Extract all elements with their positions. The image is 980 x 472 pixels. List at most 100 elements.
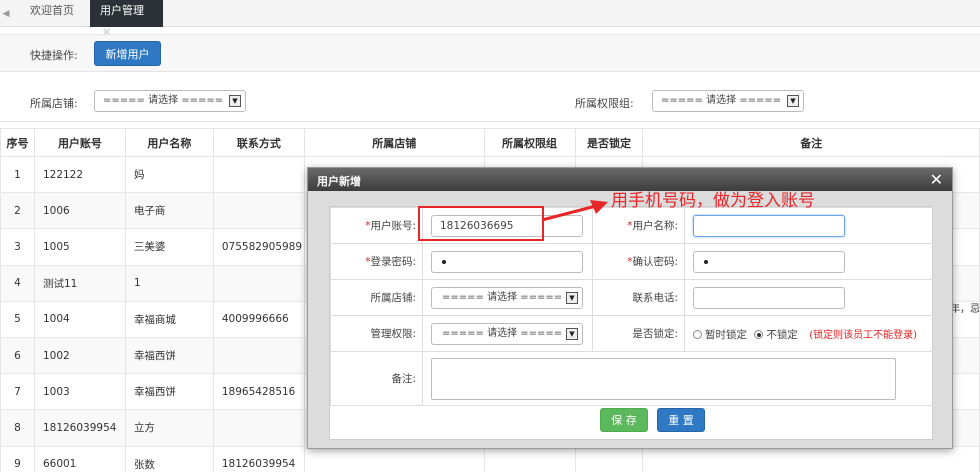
cell-phone xyxy=(212,409,305,447)
cell-name: 电子商 xyxy=(124,192,214,230)
cell-account: 66001 xyxy=(33,445,126,472)
cell-name: 妈 xyxy=(124,155,214,194)
lock-no-radio[interactable] xyxy=(754,330,764,339)
column-header[interactable]: 序号 xyxy=(0,128,35,157)
column-header[interactable]: 备注 xyxy=(642,128,980,157)
lock-temp-radio[interactable] xyxy=(693,330,702,339)
cell-phone: 075582905989 xyxy=(212,228,305,266)
username-input[interactable] xyxy=(693,214,845,237)
cell-phone xyxy=(212,192,305,230)
cell-idx: 4 xyxy=(0,264,35,302)
group-filter-select[interactable]: ===== 请选择 ===== ▼ xyxy=(652,90,804,112)
cell-name: 幸福商城 xyxy=(124,300,214,338)
cell-account: 1002 xyxy=(33,336,126,375)
password-input[interactable] xyxy=(431,250,583,273)
chevron-down-icon: ▼ xyxy=(787,95,799,107)
cell-idx: 2 xyxy=(0,192,35,230)
cell-name: 立方 xyxy=(124,409,214,447)
cell-note xyxy=(642,445,980,472)
group-filter-value: ===== 请选择 ===== xyxy=(661,95,782,106)
annotation-text: 用手机号码，做为登入账号 xyxy=(611,191,815,211)
account-label: 用户账号: xyxy=(370,220,416,232)
table-header-row: 序号 用户账号 用户名称 联系方式 所属店铺 所属权限组 是否锁定 备注 xyxy=(0,128,980,157)
cell-name: 三美婆 xyxy=(124,228,214,266)
cell-locked xyxy=(574,445,644,472)
cell-idx: 7 xyxy=(0,373,35,411)
remark-textarea[interactable] xyxy=(431,357,896,400)
tab-user-management[interactable]: 用户管理 ✖ xyxy=(90,0,163,39)
cell-phone xyxy=(212,336,305,375)
cell-phone: 18126039954 xyxy=(212,445,305,472)
column-header[interactable]: 所属权限组 xyxy=(483,128,576,157)
role-select[interactable]: ===== 请选择 ===== ▼ xyxy=(431,322,583,345)
phone-input[interactable] xyxy=(693,286,845,309)
store-select-value: ===== 请选择 ===== xyxy=(442,291,563,303)
confirm-password-label: 确认密码: xyxy=(632,256,678,268)
cell-phone xyxy=(212,264,305,302)
password-mask xyxy=(704,259,708,264)
cell-group xyxy=(483,445,576,472)
quick-actions-label: 快捷操作: xyxy=(30,49,78,62)
cell-account: 122122 xyxy=(33,155,126,194)
cell-name: 1 xyxy=(124,264,214,302)
tab-home-label: 欢迎首页 xyxy=(30,4,74,17)
column-header[interactable]: 是否锁定 xyxy=(574,128,644,157)
password-label: 登录密码: xyxy=(370,256,416,268)
quick-actions-bar: 快捷操作: 新增用户 xyxy=(0,34,980,72)
store-filter-label: 所属店铺: xyxy=(30,97,78,110)
password-mask xyxy=(442,259,446,264)
note-overflow-text: 年，忌 xyxy=(950,304,980,315)
cell-idx: 5 xyxy=(0,300,35,338)
confirm-password-input[interactable] xyxy=(693,250,845,273)
reset-button[interactable]: 重 置 xyxy=(657,408,705,432)
chevron-down-icon: ▼ xyxy=(566,327,578,340)
column-header[interactable]: 联系方式 xyxy=(212,128,305,157)
role-select-value: ===== 请选择 ===== xyxy=(442,327,563,339)
cell-phone: 18965428516 xyxy=(212,373,305,411)
cell-account: 1005 xyxy=(33,228,126,266)
cell-account: 1006 xyxy=(33,192,126,230)
store-filter-select[interactable]: ===== 请选择 ===== ▼ xyxy=(94,90,246,112)
lock-temp-label[interactable]: 暂时锁定 xyxy=(705,329,747,341)
role-label: 管理权限: xyxy=(370,328,416,340)
table-row[interactable]: 9 66001 张数 18126039954 xyxy=(0,445,980,472)
account-label-cell: *用户账号: xyxy=(330,207,423,244)
cell-account: 1004 xyxy=(33,300,126,338)
annotation-arrow-icon xyxy=(541,200,608,222)
column-header[interactable]: 用户名称 xyxy=(124,128,214,157)
lock-label: 是否锁定: xyxy=(632,328,678,340)
remark-label: 备注: xyxy=(391,373,416,385)
cell-account: 1003 xyxy=(33,373,126,411)
store-filter-value: ===== 请选择 ===== xyxy=(103,95,224,106)
lock-no-label[interactable]: 不锁定 xyxy=(766,329,798,341)
chevron-down-icon: ▼ xyxy=(229,95,241,107)
cell-store xyxy=(303,445,485,472)
column-header[interactable]: 所属店铺 xyxy=(303,128,485,157)
cell-name: 幸福西饼 xyxy=(124,373,214,411)
lock-note: (锁定则该员工不能登录) xyxy=(809,329,917,341)
cell-account: 测试11 xyxy=(33,264,126,302)
tab-user-management-label: 用户管理 xyxy=(100,4,144,17)
add-user-button[interactable]: 新增用户 xyxy=(94,41,161,66)
cell-idx: 3 xyxy=(0,228,35,266)
phone-label: 联系电话: xyxy=(632,292,678,304)
annotation-highlight-box xyxy=(418,206,544,241)
dialog-form: *用户账号: 18126036695 *用户名称: *登录密码: *确认密码: … xyxy=(329,206,934,440)
cell-idx: 6 xyxy=(0,336,35,375)
close-icon[interactable]: ✕ xyxy=(930,170,943,189)
cell-phone xyxy=(212,155,305,194)
save-button[interactable]: 保 存 xyxy=(600,408,648,432)
store-select[interactable]: ===== 请选择 ===== ▼ xyxy=(431,286,583,309)
chevron-down-icon: ▼ xyxy=(566,291,578,304)
cell-idx: 9 xyxy=(0,445,35,472)
filter-bar: 所属店铺: ===== 请选择 ===== ▼ 所属权限组: ===== 请选择… xyxy=(0,78,980,122)
tab-scroll-left-icon[interactable]: ◀ xyxy=(0,0,12,27)
username-label: 用户名称: xyxy=(632,220,678,232)
dialog-title: 用户新增 xyxy=(317,175,361,188)
group-filter-label: 所属权限组: xyxy=(575,97,634,110)
cell-idx: 8 xyxy=(0,409,35,447)
cell-name: 张数 xyxy=(124,445,214,472)
tab-home[interactable]: 欢迎首页 xyxy=(20,0,90,27)
cell-name: 幸福西饼 xyxy=(124,336,214,375)
column-header[interactable]: 用户账号 xyxy=(33,128,126,157)
